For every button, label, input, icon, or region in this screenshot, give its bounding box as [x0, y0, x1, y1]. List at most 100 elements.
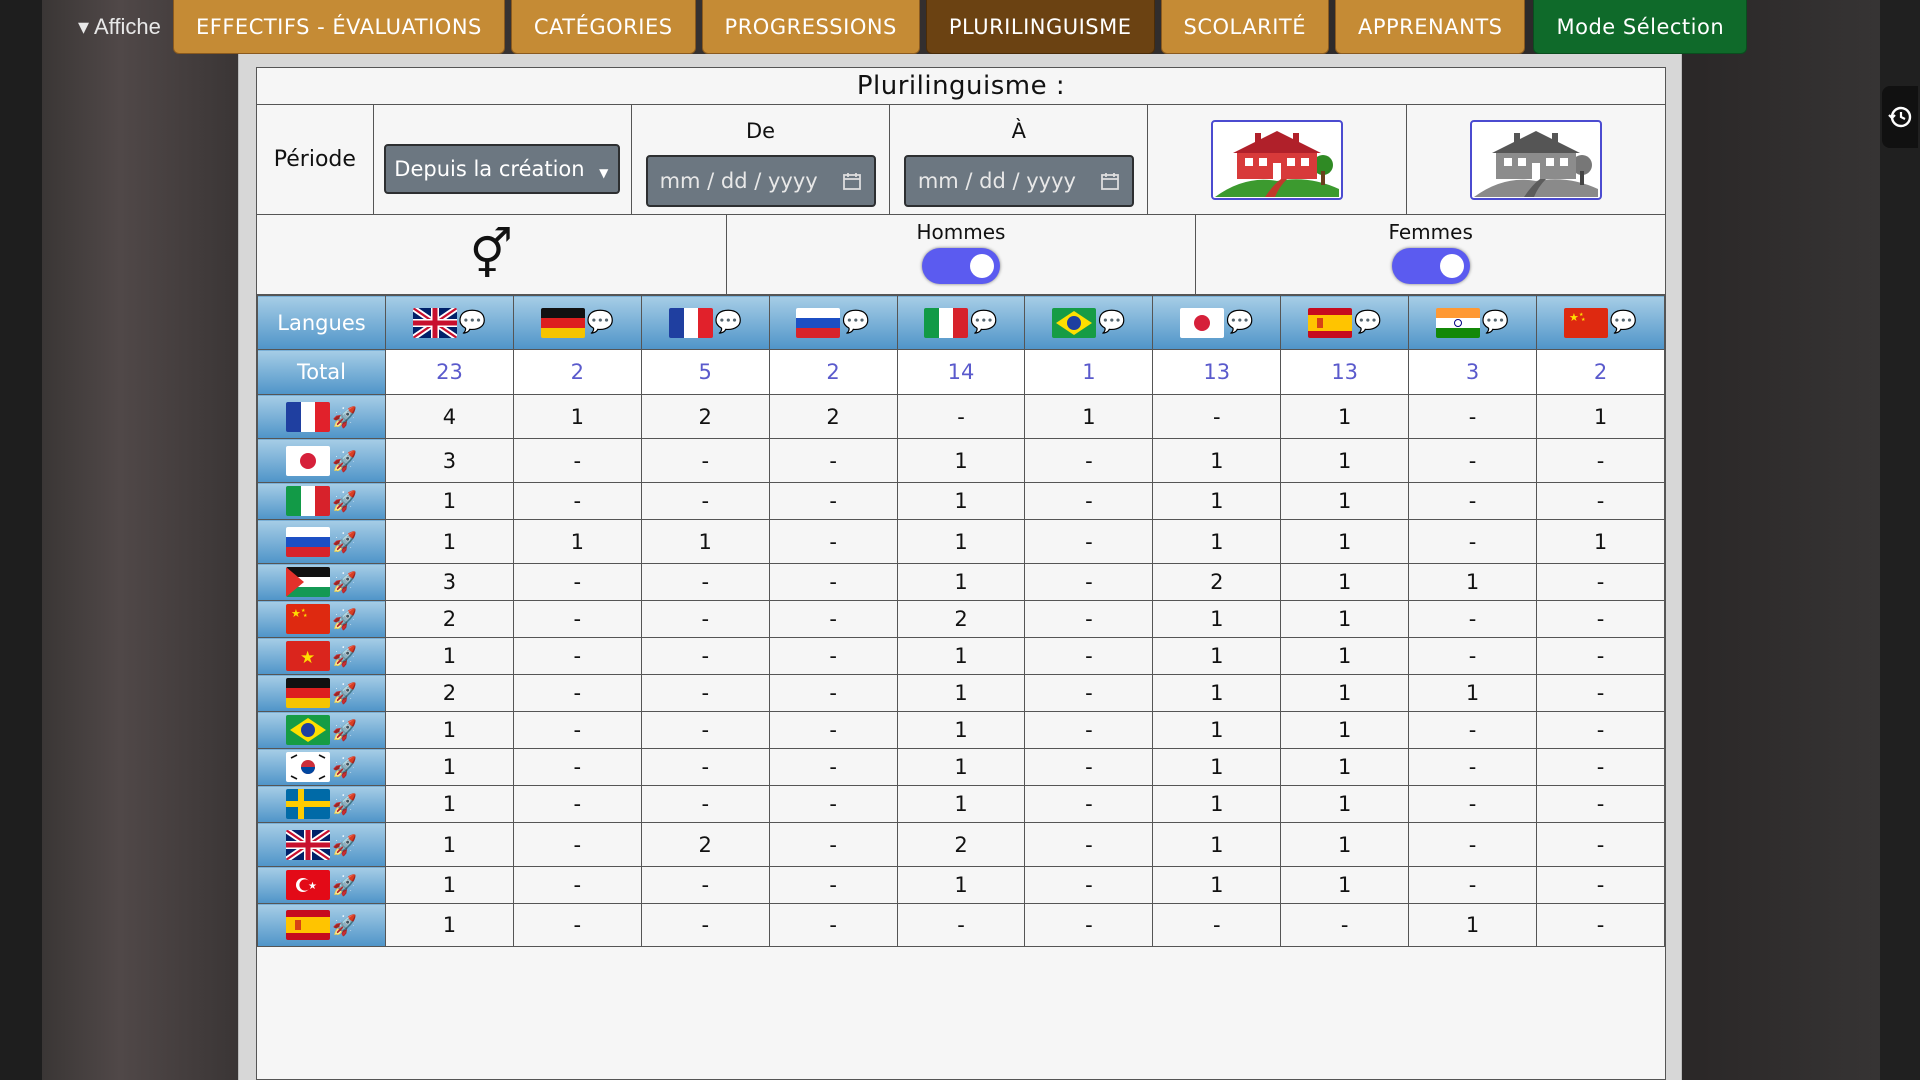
row-origin-fr[interactable]: 🚀: [257, 394, 386, 439]
table-row: 🚀 1- - -1-1 1- -: [257, 785, 1665, 823]
period-select[interactable]: Depuis la création ▼: [384, 143, 621, 194]
left-edge: [0, 0, 42, 1080]
page-title: Plurilinguisme :: [257, 68, 1665, 105]
speech-bubble-icon: 💬: [970, 309, 998, 335]
language-column-br[interactable]: 💬: [1024, 295, 1154, 350]
rocket-icon: 🚀: [332, 448, 357, 473]
period-label: Période: [257, 105, 374, 214]
language-column-gb[interactable]: 💬: [385, 295, 514, 350]
count-cell: -: [1024, 438, 1154, 483]
tab-plurilinguisme[interactable]: PLURILINGUISME: [925, 0, 1155, 54]
house-color-cell: [1148, 105, 1407, 214]
house-color-button[interactable]: [1211, 119, 1344, 200]
rocket-icon: 🚀: [332, 644, 357, 668]
language-column-fr[interactable]: 💬: [640, 295, 770, 350]
row-origin-gb[interactable]: 🚀: [257, 822, 386, 867]
count-cell: -: [768, 438, 898, 483]
women-label: Femmes: [1388, 219, 1473, 244]
total-cell: 13: [1152, 349, 1282, 395]
count-cell: -: [1024, 563, 1154, 601]
plurilinguisme-frame: Plurilinguisme : Période Depuis la créat…: [256, 67, 1666, 1080]
tab-scolarité[interactable]: SCOLARITÉ: [1160, 0, 1329, 54]
tab-catégories[interactable]: CATÉGORIES: [510, 0, 696, 54]
count-cell: -: [640, 866, 770, 904]
count-cell: 1: [1536, 394, 1665, 439]
count-cell: 2: [896, 600, 1026, 638]
women-toggle[interactable]: [1391, 247, 1470, 284]
date-from-label: De: [746, 119, 776, 143]
row-origin-ps[interactable]: 🚀: [257, 563, 386, 601]
house-gray-button[interactable]: [1469, 119, 1602, 200]
count-cell: -: [1536, 482, 1665, 520]
count-cell: 1: [896, 482, 1026, 520]
flag-fr-icon: [286, 401, 331, 432]
count-cell: -: [768, 563, 898, 601]
row-origin-de[interactable]: 🚀: [257, 674, 386, 712]
language-column-ru[interactable]: 💬: [768, 295, 898, 350]
row-origin-cn[interactable]: ★ ★ ★ 🚀: [257, 600, 386, 638]
main-panel: Plurilinguisme : Période Depuis la créat…: [238, 54, 1682, 1080]
men-toggle[interactable]: [922, 247, 1000, 284]
row-origin-ru[interactable]: 🚀: [257, 519, 386, 564]
rocket-icon: 🚀: [332, 755, 357, 779]
speech-bubble-icon: 💬: [586, 309, 615, 335]
count-cell: 1: [1280, 711, 1410, 749]
row-origin-kr[interactable]: 🚀: [257, 748, 386, 786]
affiche-toggle[interactable]: ▾ Affiche: [78, 14, 161, 40]
count-cell: -: [768, 482, 898, 520]
language-column-de[interactable]: 💬: [512, 295, 642, 350]
count-cell: 1: [1280, 785, 1410, 823]
caret-down-icon: ▼: [599, 165, 609, 180]
svg-text:★: ★: [300, 648, 315, 668]
count-cell: -: [768, 822, 898, 867]
tab-progressions[interactable]: PROGRESSIONS: [701, 0, 920, 54]
total-cell: 1: [1024, 349, 1154, 395]
count-cell: 1: [385, 822, 514, 867]
period-select-cell: Depuis la création ▼: [374, 105, 632, 214]
tab-effectifs-évaluations[interactable]: EFFECTIFS - ÉVALUATIONS: [173, 0, 505, 54]
speech-bubble-icon: 💬: [1481, 309, 1510, 335]
date-to-input[interactable]: mm / dd / yyyy: [903, 155, 1134, 207]
men-filter-cell: Hommes: [727, 215, 1197, 294]
count-cell: -: [512, 563, 642, 601]
rocket-icon: 🚀: [332, 913, 357, 937]
gray-house-icon: [1473, 122, 1598, 197]
row-origin-tr[interactable]: ★ 🚀: [257, 866, 386, 904]
date-from-input[interactable]: mm / dd / yyyy: [645, 155, 876, 207]
count-cell: -: [768, 519, 898, 564]
language-column-cn[interactable]: ★ ★ ★ 💬: [1536, 295, 1665, 350]
row-origin-it[interactable]: 🚀: [257, 482, 386, 520]
row-origin-vn[interactable]: ★ 🚀: [257, 637, 386, 675]
count-cell: -: [1024, 600, 1154, 638]
calendar-icon[interactable]: [1100, 171, 1120, 191]
flag-gb-icon: [286, 829, 331, 860]
rocket-icon: 🚀: [332, 570, 357, 594]
row-origin-jp[interactable]: 🚀: [257, 438, 386, 483]
tab-apprenants[interactable]: APPRENANTS: [1334, 0, 1526, 54]
language-column-in[interactable]: 💬: [1408, 295, 1538, 350]
count-cell: 1: [1152, 600, 1282, 638]
top-tabs: EFFECTIFS - ÉVALUATIONS CATÉGORIES PROGRES…: [173, 0, 1748, 56]
count-cell: -: [640, 600, 770, 638]
language-column-es[interactable]: 💬: [1280, 295, 1410, 350]
tab-mode-sélection[interactable]: Mode Sélection: [1533, 0, 1748, 54]
count-cell: 1: [1152, 866, 1282, 904]
rocket-icon: 🚀: [332, 832, 357, 857]
row-origin-se[interactable]: 🚀: [257, 785, 386, 823]
count-cell: 1: [1152, 482, 1282, 520]
row-origin-br[interactable]: 🚀: [257, 711, 386, 749]
count-cell: -: [640, 785, 770, 823]
flag-br-icon: [1052, 307, 1097, 338]
calendar-icon[interactable]: [842, 171, 862, 191]
count-cell: 3: [385, 563, 514, 601]
count-cell: -: [1536, 785, 1665, 823]
total-cell: 3: [1408, 349, 1538, 395]
language-column-it[interactable]: 💬: [896, 295, 1026, 350]
language-column-jp[interactable]: 💬: [1152, 295, 1282, 350]
count-cell: -: [640, 438, 770, 483]
flag-br-icon: [286, 715, 331, 745]
history-button[interactable]: [1882, 86, 1918, 148]
date-to-cell: À mm / dd / yyyy: [890, 105, 1149, 214]
flag-cn-icon: ★ ★ ★: [286, 604, 331, 634]
row-origin-es[interactable]: 🚀: [257, 903, 386, 947]
